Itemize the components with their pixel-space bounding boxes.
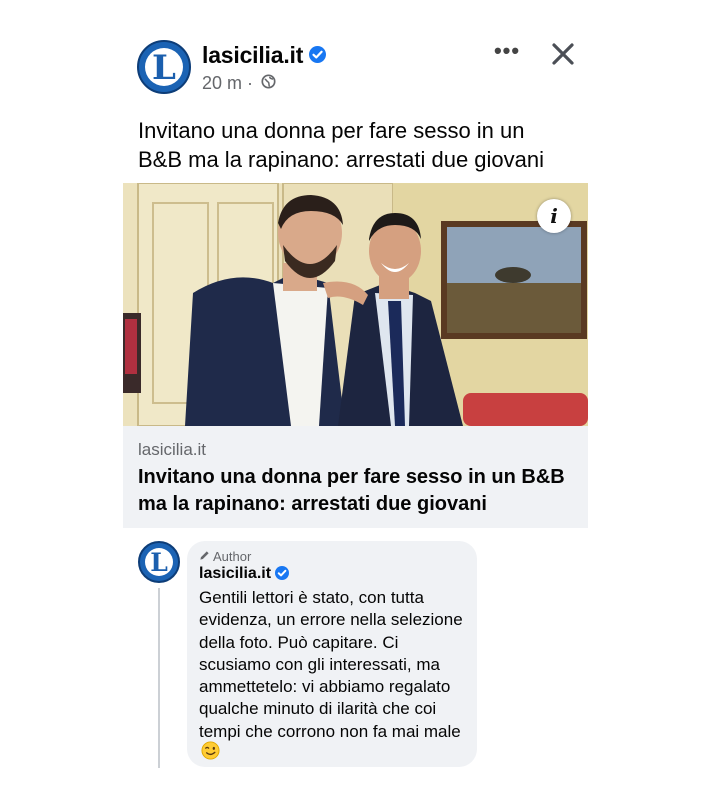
comment-text: Gentili lettori è stato, con tutta evide…	[199, 587, 469, 768]
comment-author-name[interactable]: lasicilia.it	[199, 565, 271, 582]
author-badge-label: Author	[213, 549, 252, 564]
post-text: Invitano una donna per fare sesso in un …	[138, 118, 545, 172]
comment-author-link[interactable]: lasicilia.it	[199, 565, 290, 583]
meta-separator: ·	[247, 73, 254, 93]
post-time[interactable]: 20 m	[202, 73, 242, 93]
link-preview[interactable]: lasicilia.it Invitano una donna per fare…	[123, 426, 588, 528]
news-photo	[123, 183, 588, 426]
verified-badge-icon	[275, 565, 290, 580]
more-options-button[interactable]: •••	[489, 40, 525, 66]
close-button[interactable]	[549, 40, 577, 68]
author-badge: Author	[199, 549, 251, 565]
page-logo: L	[145, 48, 183, 86]
close-icon	[552, 43, 574, 65]
comment-logo: L	[145, 548, 173, 576]
verified-badge-icon	[309, 46, 327, 64]
info-button[interactable]: i	[537, 199, 571, 233]
globe-icon	[261, 73, 276, 94]
comment-body: Gentili lettori è stato, con tutta evide…	[199, 588, 463, 741]
pencil-icon	[199, 549, 210, 564]
winking-face-icon	[201, 741, 220, 766]
comment-logo-letter: L	[150, 547, 168, 577]
page-avatar[interactable]: L	[137, 40, 191, 94]
link-domain: lasicilia.it	[138, 440, 207, 459]
post-header: L lasicilia.it 20 m · •••	[137, 40, 577, 100]
link-image[interactable]	[123, 183, 588, 426]
comment-avatar[interactable]: L	[138, 541, 180, 583]
link-title[interactable]: Invitano una donna per fare sesso in un …	[138, 464, 578, 518]
page-name[interactable]: lasicilia.it	[202, 42, 303, 68]
comment-bubble: Author lasicilia.it Gentili lettori è st…	[187, 541, 477, 767]
post-meta: 20 m ·	[202, 73, 276, 95]
page-name-link[interactable]: lasicilia.it	[202, 42, 327, 69]
thread-line	[158, 588, 160, 768]
logo-letter: L	[152, 47, 176, 88]
